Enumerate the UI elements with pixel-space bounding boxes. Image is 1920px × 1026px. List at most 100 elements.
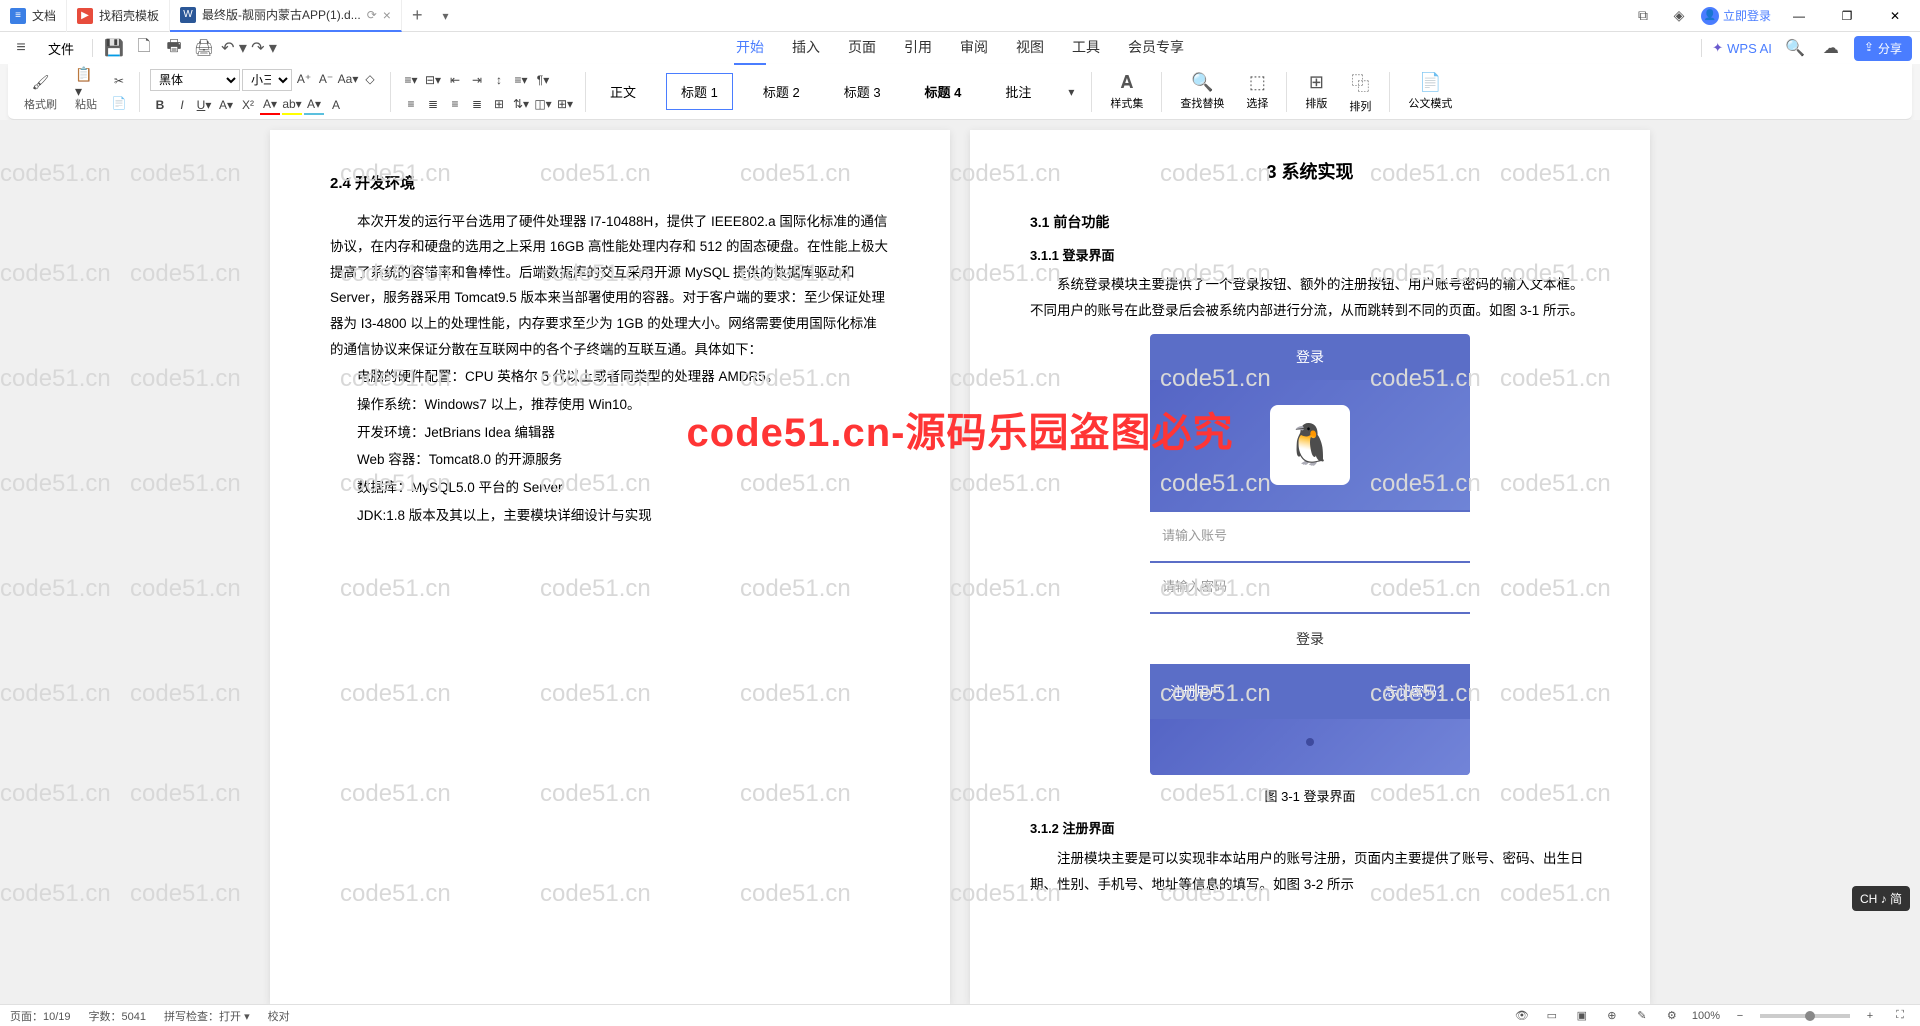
page-indicator[interactable]: 页面：10/19 <box>10 1008 71 1024</box>
tab-page[interactable]: 页面 <box>846 31 878 65</box>
decrease-font-icon[interactable]: A⁻ <box>316 69 336 89</box>
close-button[interactable]: ✕ <box>1875 0 1915 32</box>
strike-button[interactable]: A▾ <box>216 95 236 115</box>
align-right-icon[interactable]: ≡ <box>445 94 465 114</box>
page-right[interactable]: 3 系统实现 3.1 前台功能 3.1.1 登录界面 系统登录模块主要提供了一个… <box>970 130 1650 1004</box>
share-icon: ⇪ <box>1864 40 1874 57</box>
tab-current-doc[interactable]: W 最终版-靓丽内蒙古APP(1).d... ⟳ × <box>170 0 402 32</box>
underline-button[interactable]: U▾ <box>194 95 214 115</box>
italic-button[interactable]: I <box>172 95 192 115</box>
settings-icon[interactable]: ⚙ <box>1662 1006 1682 1026</box>
wps-ai-button[interactable]: ✦ WPS AI <box>1712 40 1772 56</box>
find-replace-button[interactable]: 🔍查找替换 <box>1172 72 1232 111</box>
fit-icon[interactable]: ⛶ <box>1890 1006 1910 1026</box>
print-preview-icon[interactable]: 🗋 <box>131 35 157 61</box>
close-icon[interactable]: × <box>383 7 391 23</box>
tab-insert[interactable]: 插入 <box>790 31 822 65</box>
font-size-select[interactable]: 小三 <box>242 69 292 91</box>
decrease-indent-icon[interactable]: ⇤ <box>445 70 465 90</box>
layout-button[interactable]: ⊞排版 <box>1297 72 1335 111</box>
increase-indent-icon[interactable]: ⇥ <box>467 70 487 90</box>
word-count[interactable]: 字数：5041 <box>89 1008 146 1024</box>
undo-icon[interactable]: ↶ ▾ <box>221 35 247 61</box>
tab-reference[interactable]: 引用 <box>902 31 934 65</box>
bullet-list-icon[interactable]: ≡▾ <box>401 70 421 90</box>
format-brush-group[interactable]: 🖌 格式刷 <box>18 72 63 112</box>
list-item: 电脑的硬件配置：CPU 英格尔 5 代以上或者同类型的处理器 AMDR5。 <box>330 364 890 390</box>
save-icon[interactable]: 💾 <box>101 35 127 61</box>
add-tab-button[interactable]: + <box>402 5 433 26</box>
clear-format-icon[interactable]: ◇ <box>360 69 380 89</box>
align-left-icon[interactable]: ≡ <box>401 94 421 114</box>
char-border-button[interactable]: A <box>326 95 346 115</box>
shading-button[interactable]: A▾ <box>304 95 324 115</box>
read-mode-icon[interactable]: ▭ <box>1542 1006 1562 1026</box>
copy-icon[interactable]: 📄 <box>109 93 129 113</box>
page-left[interactable]: 2.4 开发环境 本次开发的运行平台选用了硬件处理器 I7-10488H，提供了… <box>270 130 950 1004</box>
outline-icon[interactable]: ✎ <box>1632 1006 1652 1026</box>
web-mode-icon[interactable]: ⊕ <box>1602 1006 1622 1026</box>
line-spacing-icon[interactable]: ≡▾ <box>511 70 531 90</box>
cut-icon[interactable]: ✂ <box>109 71 129 91</box>
distribute-icon[interactable]: ⊞ <box>489 94 509 114</box>
tab-menu-button[interactable]: ▾ <box>432 9 458 23</box>
style-h1[interactable]: 标题 1 <box>666 73 733 110</box>
show-marks-icon[interactable]: ¶▾ <box>533 70 553 90</box>
paste-group[interactable]: 📋▾ 粘贴 <box>69 72 103 112</box>
doc-mode-button[interactable]: 📄公文模式 <box>1400 72 1460 111</box>
print2-icon[interactable]: 🖨 <box>191 35 217 61</box>
borders-icon[interactable]: ⊞▾ <box>555 94 575 114</box>
align-center-icon[interactable]: ≣ <box>423 94 443 114</box>
share-button[interactable]: ⇪ 分享 <box>1854 36 1912 61</box>
style-set-button[interactable]: 𝐀样式集 <box>1102 72 1151 111</box>
style-h4[interactable]: 标题 4 <box>911 74 976 109</box>
zoom-in-button[interactable]: + <box>1860 1006 1880 1026</box>
para-spacing-icon[interactable]: ⇅▾ <box>511 94 531 114</box>
select-button[interactable]: ⬚选择 <box>1238 72 1276 111</box>
tab-templates[interactable]: ▶ 找稻壳模板 <box>67 0 170 32</box>
search-icon[interactable]: 🔍 <box>1782 35 1808 61</box>
tab-documents[interactable]: ≡ 文档 <box>0 0 67 32</box>
change-case-icon[interactable]: Aa▾ <box>338 69 358 89</box>
proof-status[interactable]: 校对 <box>268 1008 290 1024</box>
style-normal[interactable]: 正文 <box>596 74 650 109</box>
styles-expand-icon[interactable]: ▾ <box>1061 82 1081 102</box>
style-note[interactable]: 批注 <box>991 74 1045 109</box>
page-mode-icon[interactable]: ▣ <box>1572 1006 1592 1026</box>
login-button[interactable]: 👤 立即登录 <box>1701 7 1771 25</box>
tab-review[interactable]: 审阅 <box>958 31 990 65</box>
zoom-slider[interactable] <box>1760 1014 1850 1018</box>
highlight-button[interactable]: ab▾ <box>282 95 302 115</box>
justify-icon[interactable]: ≣ <box>467 94 487 114</box>
sort-icon[interactable]: ↕ <box>489 70 509 90</box>
cloud-icon[interactable]: ☁ <box>1818 35 1844 61</box>
paragraph: 本次开发的运行平台选用了硬件处理器 I7-10488H，提供了 IEEE802.… <box>330 209 890 363</box>
cube-icon[interactable]: ◈ <box>1665 2 1693 30</box>
arrange-button[interactable]: ⿻排列 <box>1341 70 1379 114</box>
superscript-button[interactable]: X² <box>238 95 258 115</box>
file-menu[interactable]: 文件 <box>38 35 84 62</box>
print-icon[interactable]: 🖶 <box>161 35 187 61</box>
style-h3[interactable]: 标题 3 <box>830 74 895 109</box>
hamburger-icon[interactable]: ≡ <box>8 35 34 61</box>
zoom-out-button[interactable]: − <box>1730 1006 1750 1026</box>
style-h2[interactable]: 标题 2 <box>749 74 814 109</box>
tab-vip[interactable]: 会员专享 <box>1126 31 1186 65</box>
tab-refresh-icon[interactable]: ⟳ <box>367 8 377 22</box>
tab-start[interactable]: 开始 <box>734 31 766 65</box>
increase-font-icon[interactable]: A⁺ <box>294 69 314 89</box>
tab-view[interactable]: 视图 <box>1014 31 1046 65</box>
para-shading-icon[interactable]: ◫▾ <box>533 94 553 114</box>
window-mode-icon[interactable]: ⧉ <box>1629 2 1657 30</box>
spell-check-status[interactable]: 拼写检查：打开 ▾ <box>164 1008 250 1024</box>
tab-tools[interactable]: 工具 <box>1070 31 1102 65</box>
maximize-button[interactable]: ❐ <box>1827 0 1867 32</box>
font-name-select[interactable]: 黑体 <box>150 69 240 91</box>
bold-button[interactable]: B <box>150 95 170 115</box>
number-list-icon[interactable]: ⊟▾ <box>423 70 443 90</box>
zoom-level[interactable]: 100% <box>1692 1010 1720 1022</box>
minimize-button[interactable]: — <box>1779 0 1819 32</box>
eye-icon[interactable]: 👁 <box>1512 1006 1532 1026</box>
font-color-button[interactable]: A▾ <box>260 95 280 115</box>
redo-icon[interactable]: ↷ ▾ <box>251 35 277 61</box>
